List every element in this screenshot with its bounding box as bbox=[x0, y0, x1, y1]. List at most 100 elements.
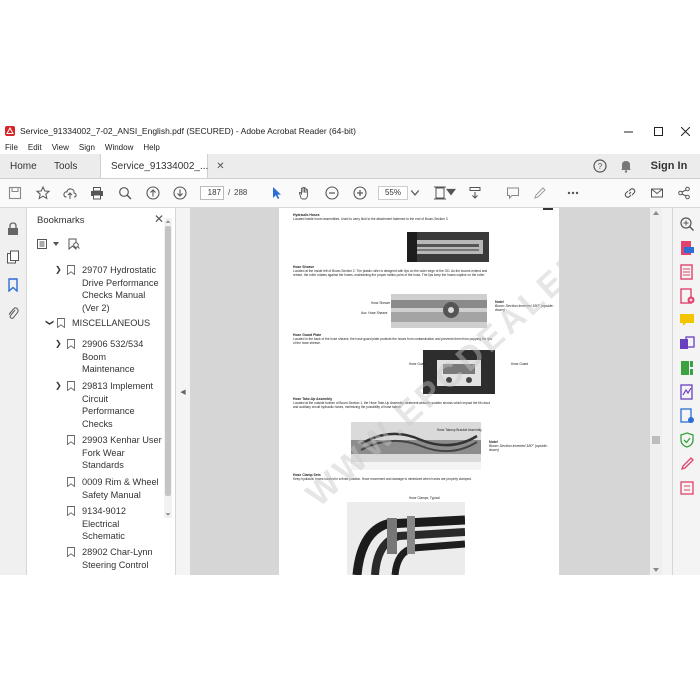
bookmark-icon bbox=[57, 318, 65, 328]
bookmark-label-line: MISCELLANEOUS bbox=[72, 318, 151, 328]
more-tools-icon[interactable] bbox=[679, 456, 695, 472]
tab-tools[interactable]: Tools bbox=[54, 154, 77, 178]
page-display-dropdown[interactable] bbox=[446, 183, 456, 203]
comment-icon[interactable] bbox=[679, 312, 695, 328]
bookmark-icon bbox=[67, 265, 75, 275]
close-tab-icon[interactable]: ✕ bbox=[216, 161, 224, 172]
tab-home[interactable]: Home bbox=[10, 154, 37, 178]
find-button[interactable] bbox=[115, 183, 135, 203]
save-icon bbox=[8, 186, 22, 200]
zoom-dropdown-button[interactable] bbox=[410, 183, 420, 203]
collapse-left-panel-button[interactable]: ◀ bbox=[177, 208, 189, 575]
bookmark-label-line: Maintenance bbox=[82, 364, 135, 374]
menu-help[interactable]: Help bbox=[143, 143, 159, 152]
upload-button[interactable] bbox=[60, 183, 80, 203]
expand-chevron-icon[interactable]: ❯ bbox=[55, 338, 63, 351]
menu-sign[interactable]: Sign bbox=[79, 143, 95, 152]
menu-edit[interactable]: Edit bbox=[28, 143, 42, 152]
cloud-upload-icon bbox=[63, 188, 77, 199]
bookmark-icon bbox=[67, 506, 75, 516]
maximize-button[interactable] bbox=[643, 122, 673, 140]
attachments-button[interactable] bbox=[4, 304, 22, 322]
bookmarks-scrollbar[interactable] bbox=[164, 218, 172, 518]
bookmark-tools bbox=[37, 238, 80, 250]
close-window-button[interactable] bbox=[670, 122, 700, 140]
help-button[interactable]: ? bbox=[590, 154, 610, 178]
expand-chevron-icon[interactable]: ❯ bbox=[55, 264, 63, 277]
zoom-input[interactable]: 55% bbox=[378, 186, 408, 200]
minimize-button[interactable] bbox=[613, 122, 643, 140]
protect-icon[interactable] bbox=[679, 432, 695, 448]
highlight-button[interactable] bbox=[530, 183, 550, 203]
collapse-chevron-icon[interactable]: ❯ bbox=[43, 319, 56, 327]
print-button[interactable] bbox=[87, 183, 107, 203]
page-separator: / bbox=[228, 188, 231, 197]
help-icon: ? bbox=[593, 159, 607, 173]
caret-down-icon[interactable] bbox=[52, 241, 60, 247]
menu-view[interactable]: View bbox=[52, 143, 69, 152]
bookmark-label-line: 29707 Hydrostatic bbox=[82, 265, 157, 275]
zoom-in-icon[interactable] bbox=[679, 216, 695, 232]
zoom-out-button[interactable] bbox=[322, 183, 342, 203]
cursor-arrow-icon bbox=[273, 187, 281, 199]
minus-circle-icon bbox=[325, 186, 339, 200]
bookmark-icon bbox=[8, 278, 18, 292]
scroll-mode-button[interactable] bbox=[465, 183, 485, 203]
menu-file[interactable]: File bbox=[5, 143, 18, 152]
toolbar: 187 / 288 55% bbox=[0, 179, 700, 208]
comment-button[interactable] bbox=[503, 183, 523, 203]
bookmark-label-line: Circuit bbox=[82, 393, 109, 404]
share-icon bbox=[678, 186, 690, 200]
bookmark-label-line: Fork Wear bbox=[82, 447, 125, 458]
section-body: Located in the back of the hose sheave, … bbox=[293, 336, 492, 345]
share-link-button[interactable] bbox=[620, 183, 640, 203]
combine-files-icon[interactable] bbox=[679, 336, 695, 352]
menu-window[interactable]: Window bbox=[105, 143, 133, 152]
select-tool-button[interactable] bbox=[267, 183, 287, 203]
export-pdf-icon[interactable] bbox=[679, 240, 695, 256]
next-page-button[interactable] bbox=[170, 183, 190, 203]
organize-pages-icon[interactable] bbox=[679, 360, 695, 376]
hand-tool-button[interactable] bbox=[294, 183, 314, 203]
page-number-input[interactable]: 187 bbox=[200, 186, 224, 200]
email-button[interactable] bbox=[647, 183, 667, 203]
close-bookmarks-button[interactable]: ✕ bbox=[154, 212, 164, 226]
bookmark-label-line: (Ver 2) bbox=[82, 302, 110, 313]
tab-document[interactable]: Service_91334002_... ✕ bbox=[100, 154, 225, 178]
label-hose-clamps: Hose Clamps, Typical bbox=[409, 496, 440, 500]
create-pdf-icon[interactable] bbox=[679, 264, 695, 280]
sign-in-button[interactable]: Sign In bbox=[646, 154, 692, 178]
send-for-review-icon[interactable] bbox=[679, 408, 695, 424]
zoom-in-button[interactable] bbox=[350, 183, 370, 203]
save-button[interactable] bbox=[5, 183, 25, 203]
acrobat-window: Service_91334002_7-02_ANSI_English.pdf (… bbox=[0, 122, 700, 575]
label-hose-sheave: Hose Sheave bbox=[371, 301, 391, 305]
more-options-button[interactable] bbox=[563, 183, 583, 203]
redact-icon[interactable] bbox=[679, 480, 695, 496]
label-hose-takeup-bracket: Hose Takeup Bracket Assembly bbox=[437, 428, 482, 432]
options-list-icon[interactable] bbox=[37, 239, 51, 249]
share-button[interactable] bbox=[674, 183, 694, 203]
label-aux-hose-sheave: Aux. Hose Sheave bbox=[361, 311, 388, 315]
note-text: Boom-Section inverted 180° (upside-down) bbox=[495, 304, 554, 312]
comment-icon bbox=[507, 187, 519, 200]
edit-pdf-icon[interactable] bbox=[679, 288, 695, 304]
document-scrollbar[interactable] bbox=[650, 208, 662, 575]
fill-sign-icon[interactable] bbox=[679, 384, 695, 400]
bookmarks-panel-button[interactable] bbox=[4, 276, 22, 294]
acrobat-logo-icon bbox=[5, 126, 15, 136]
menu-bar: File Edit View Sign Window Help bbox=[0, 140, 700, 154]
bookmark-label-line: 9134-9012 bbox=[82, 506, 126, 516]
bookmark-icon bbox=[67, 477, 75, 487]
bookmark-icon bbox=[67, 381, 75, 391]
hose-guard-photo bbox=[423, 350, 495, 394]
find-bookmark-icon[interactable] bbox=[68, 238, 80, 250]
page-thumbnails-button[interactable] bbox=[4, 248, 22, 266]
previous-page-button[interactable] bbox=[143, 183, 163, 203]
security-button[interactable] bbox=[4, 220, 22, 238]
bookmark-star-button[interactable] bbox=[33, 183, 53, 203]
notifications-button[interactable] bbox=[616, 154, 636, 178]
expand-chevron-icon[interactable]: ❯ bbox=[55, 380, 63, 393]
hand-icon bbox=[298, 186, 308, 200]
bookmark-label-line: Performance bbox=[82, 406, 135, 416]
